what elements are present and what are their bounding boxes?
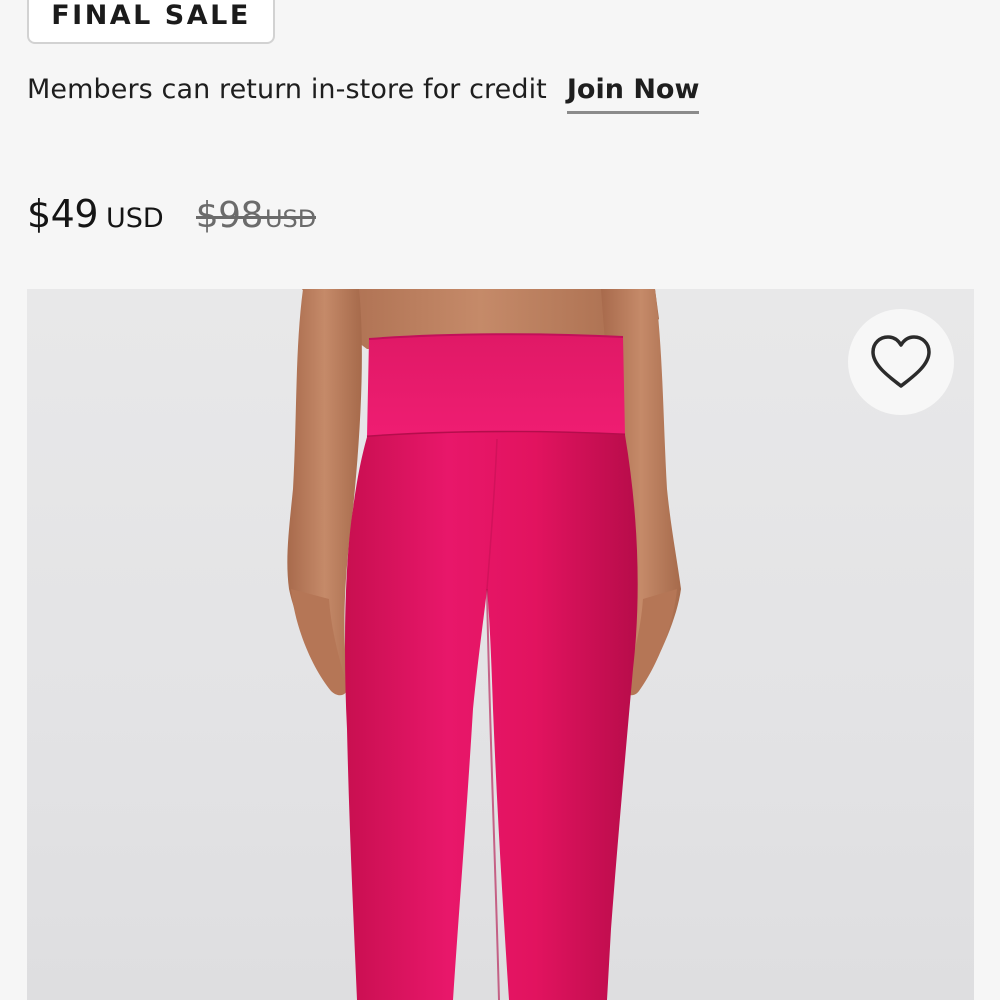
wishlist-button[interactable] [848,309,954,415]
strikethrough-line [195,216,317,220]
sale-price-currency: USD [106,203,164,234]
original-price: $98USD [195,195,317,236]
product-photo-illustration [287,289,681,1000]
price-row: $49 USD $98USD [27,192,317,236]
final-sale-label: FINAL SALE [51,0,251,31]
membership-message: Members can return in-store for credit [27,74,547,105]
heart-outline-icon [871,335,931,388]
sale-price: $49 [27,192,99,236]
membership-row: Members can return in-store for credit J… [27,74,700,114]
product-page: FINAL SALE Members can return in-store f… [0,0,1000,1000]
join-now-link[interactable]: Join Now [566,74,700,114]
final-sale-badge: FINAL SALE [27,0,275,44]
product-image[interactable] [27,289,974,1000]
